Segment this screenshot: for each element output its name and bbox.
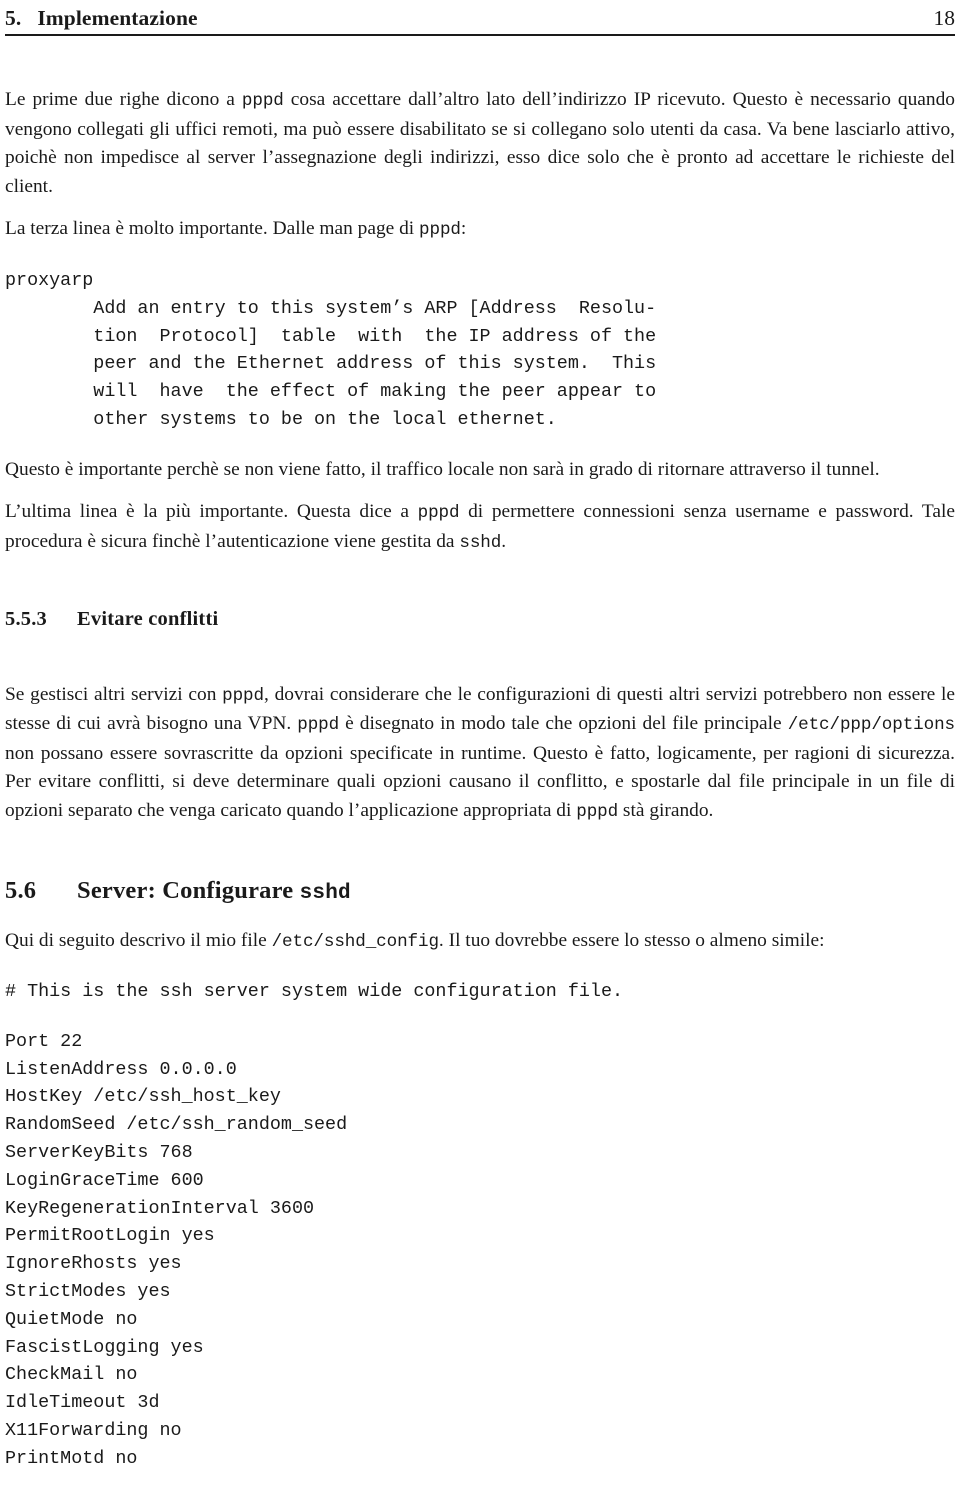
heading-text-mono: sshd — [299, 881, 351, 905]
para6-text-b: . Il tuo dovrebbe essere lo stesso o alm… — [438, 929, 825, 951]
heading-evitare-conflitti: 5.5.3 Evitare conflitti — [5, 608, 955, 631]
inline-code-etc-ppp-options: /etc/ppp/options — [787, 715, 956, 736]
page-header: 5. Implementazione 18 — [5, 0, 955, 36]
heading-text: Evitare conflitti — [77, 607, 219, 630]
code-comment-sshd-header: # This is the ssh server system wide con… — [5, 981, 624, 1003]
header-chapter-title: Implementazione — [37, 6, 198, 30]
para4-text-c: . — [501, 530, 507, 552]
inline-code-sshd: sshd — [459, 532, 502, 553]
header-chapter-number: 5. — [5, 6, 22, 30]
paragraph-pppd-intro: Le prime due righe dicono a pppd cosa ac… — [5, 86, 955, 201]
heading-number: 5.6 — [5, 876, 37, 904]
para5-text-e: stà girando. — [618, 799, 714, 821]
heading-server-configurare-sshd: 5.6 Server: Configurare sshd — [5, 877, 955, 905]
inline-code-pppd: pppd — [417, 503, 460, 524]
inline-code-pppd: pppd — [241, 91, 284, 111]
heading-text: Server: Configurare — [77, 876, 300, 904]
inline-code-pppd: pppd — [297, 715, 340, 736]
para5-text-d: non possano essere sovrascritte da opzio… — [5, 742, 955, 821]
para1-text-a: Le prime due righe dicono a — [5, 89, 242, 110]
para2-text-a: La terza linea è molto importante. Dalle… — [5, 218, 420, 240]
paragraph-last-line: L’ultima linea è la più importante. Ques… — [5, 498, 955, 557]
para6-text-a: Qui di seguito descrivo il mio file — [5, 929, 272, 951]
code-block-sshd-config: Port 22 ListenAddress 0.0.0.0 HostKey /e… — [5, 1030, 348, 1469]
paragraph-tunnel-importance: Questo è importante perchè se non viene … — [5, 458, 880, 480]
heading-number: 5.5.3 — [5, 607, 47, 630]
document-page: 5. Implementazione 18 Le prime due righe… — [0, 0, 960, 1489]
inline-code-pppd: pppd — [419, 220, 461, 241]
page-number: 18 — [933, 6, 956, 30]
code-block-proxyarp-manpage: proxyarp Add an entry to this system’s A… — [5, 269, 657, 430]
paragraph-avoid-conflicts: Se gestisci altri servizi con pppd, dovr… — [5, 681, 955, 827]
header-chapter-label: 5. Implementazione — [5, 6, 198, 31]
document-body: Le prime due righe dicono a pppd cosa ac… — [5, 36, 955, 1473]
para5-text-c: è disegnato in modo tale che opzioni del… — [339, 713, 788, 735]
paragraph-sshd-config-lead: Qui di seguito descrivo il mio file /etc… — [5, 927, 955, 957]
para4-text-a: L’ultima linea è la più importante. Ques… — [5, 501, 418, 523]
para2-text-b: : — [460, 218, 467, 240]
inline-code-pppd: pppd — [576, 801, 619, 822]
para5-text-a: Se gestisci altri servizi con — [5, 683, 223, 705]
inline-code-etc-sshd-config: /etc/sshd_config — [271, 931, 439, 952]
paragraph-manpage-lead: La terza linea è molto importante. Dalle… — [5, 215, 955, 245]
inline-code-pppd: pppd — [222, 685, 264, 706]
